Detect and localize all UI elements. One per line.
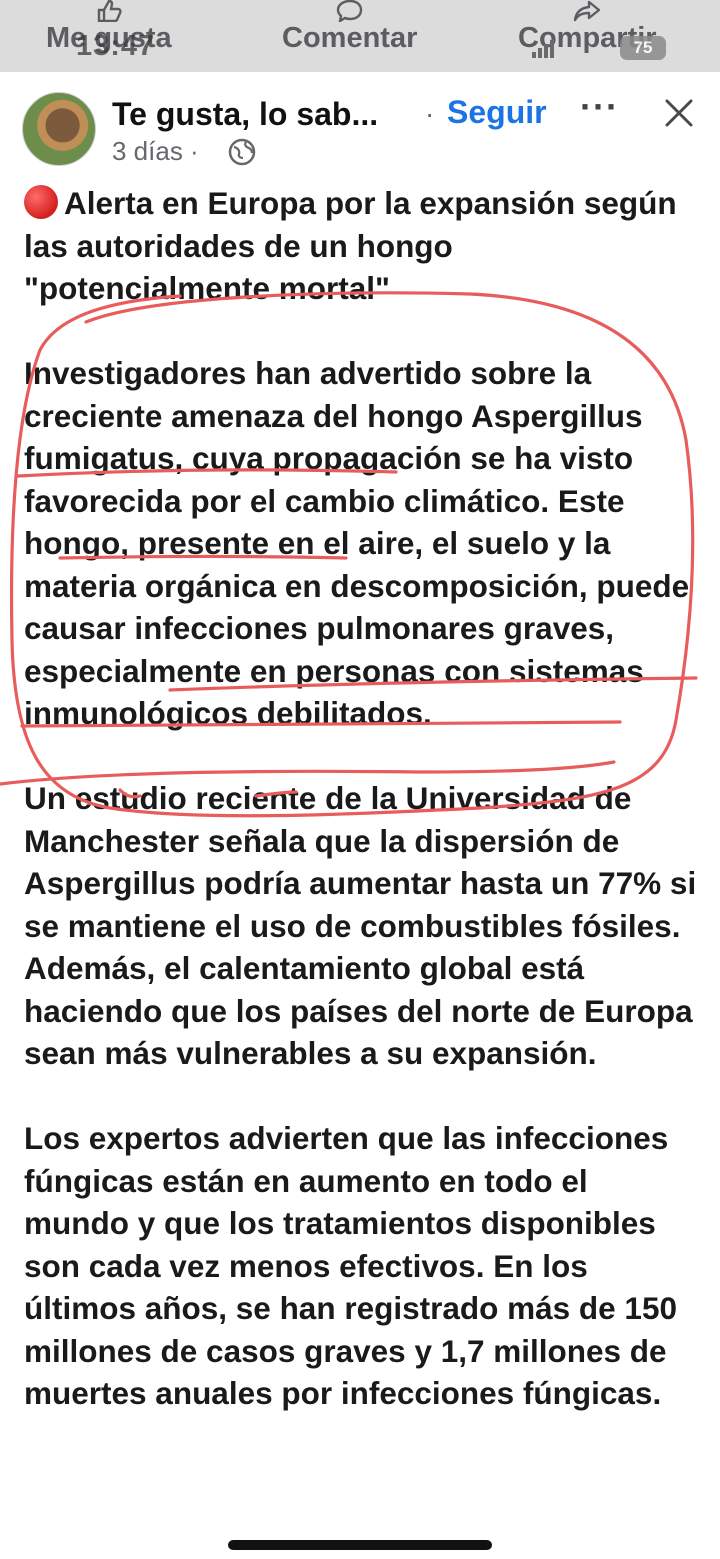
- signal-icon: [532, 40, 554, 58]
- comment-icon: [336, 0, 362, 22]
- name-separator: ·: [425, 98, 435, 129]
- action-bar: Me gusta Comentar Compartir 13:47 75: [0, 0, 720, 72]
- comment-label: Comentar: [282, 22, 418, 54]
- post-header: Te gusta, lo sab... · Seguir ··· 3 días …: [0, 86, 720, 176]
- alert-text: Alerta en Europa por la expansión según …: [24, 185, 677, 306]
- post-paragraph-1: Investigadores han advertido sobre la cr…: [24, 355, 690, 731]
- comment-button[interactable]: Comentar: [282, 0, 418, 55]
- share-icon: [574, 0, 601, 22]
- more-options-button[interactable]: ···: [580, 86, 619, 128]
- globe-icon: [228, 138, 256, 166]
- home-indicator[interactable]: [228, 1540, 492, 1550]
- alert-dot-icon: [24, 185, 58, 219]
- close-icon[interactable]: [662, 96, 696, 130]
- page-name[interactable]: Te gusta, lo sab...: [112, 96, 378, 133]
- follow-button[interactable]: Seguir: [447, 94, 547, 131]
- status-time: 13:47: [76, 30, 156, 62]
- avatar[interactable]: [22, 92, 96, 166]
- battery-indicator: 75: [620, 36, 666, 60]
- post-paragraph-3: Los expertos advierten que las infeccion…: [24, 1120, 677, 1411]
- like-icon: [97, 0, 122, 22]
- post-paragraph-2: Un estudio reciente de la Universidad de…: [24, 780, 697, 1071]
- post-body: Alerta en Europa por la expansión según …: [24, 182, 700, 1415]
- alert-headline: Alerta en Europa por la expansión según …: [24, 182, 700, 310]
- post-timestamp: 3 días ·: [112, 136, 199, 166]
